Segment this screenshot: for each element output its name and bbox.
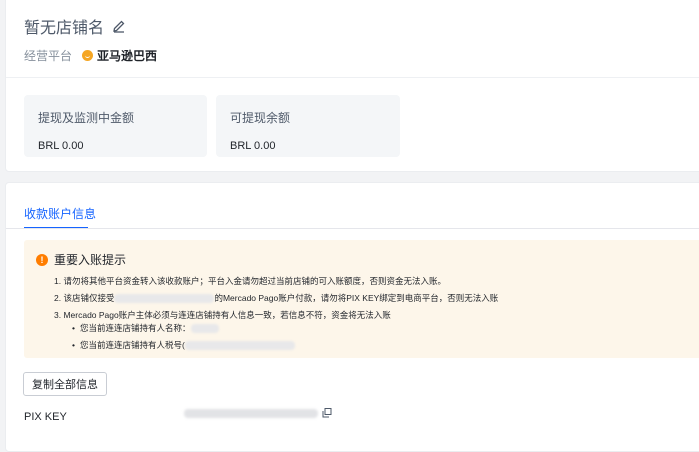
stat-label: 可提现余额 [230,111,291,125]
holder-tax-label: 您当前连连店铺持有人税号( [80,340,185,350]
pix-key-value-redacted [184,409,318,418]
notice-item: 3. Mercado Pago账户主体必须与连连店铺持有人信息一致，若信息不符，… [54,309,498,352]
stat-withdrawing: 提现及监测中金额 BRL 0.00 [24,95,207,157]
warning-icon: ! [36,253,48,266]
notice-subitem: 您当前连连店铺持有人税号( [72,339,498,356]
important-notice: ! 重要入账提示 1. 请勿将其他平台资金转入该收款账户；平台入金请勿超过当前店… [24,240,699,358]
notice-item-text: 3. Mercado Pago账户主体必须与连连店铺持有人信息一致，若信息不符，… [54,310,391,320]
amazon-icon [82,50,94,61]
pix-key-label: PIX KEY [24,411,67,423]
copy-all-button[interactable]: 复制全部信息 [23,372,107,396]
platform-name: 亚马逊巴西 [97,49,158,63]
notice-item-text: 的Mercado Pago账户付款，请勿将PIX KEY绑定到电商平台，否则无法… [214,293,499,303]
notice-sublist: 您当前连连店铺持有人名称： 您当前连连店铺持有人税号( [72,322,498,356]
redacted-text [114,294,215,304]
notice-list: 1. 请勿将其他平台资金转入该收款账户；平台入金请勿超过当前店铺的可入账额度，否… [54,275,498,352]
store-name: 暂无店铺名 [24,20,105,37]
redacted-text [184,341,295,351]
tabs-divider [6,228,699,229]
copy-icon[interactable] [322,408,332,418]
tab-account-info[interactable]: 收款账户信息 [24,205,96,222]
edit-icon[interactable] [112,19,126,33]
stat-value: BRL 0.00 [230,140,276,152]
notice-item-text: 2. 该店铺仅接受 [54,293,115,303]
platform-row: 经营平台 亚马逊巴西 [24,47,157,64]
store-summary-card: 暂无店铺名 经营平台 亚马逊巴西 提现及监测中金额 BRL 0.00 可提现余额… [5,0,699,172]
notice-subitem: 您当前连连店铺持有人名称： [72,322,498,339]
divider [6,77,699,78]
notice-title: 重要入账提示 [54,253,127,267]
notice-item: 2. 该店铺仅接受 的Mercado Pago账户付款，请勿将PIX KEY绑定到… [54,292,498,309]
notice-item: 1. 请勿将其他平台资金转入该收款账户；平台入金请勿超过当前店铺的可入账额度，否… [54,276,446,286]
stat-label: 提现及监测中金额 [38,111,135,125]
platform-label: 经营平台 [24,49,73,63]
holder-name-label: 您当前连连店铺持有人名称： [80,323,191,333]
account-info-card: 收款账户信息 ! 重要入账提示 1. 请勿将其他平台资金转入该收款账户；平台入金… [5,182,699,452]
stat-value: BRL 0.00 [38,140,84,152]
redacted-text [190,324,219,334]
stat-available: 可提现余额 BRL 0.00 [216,95,400,157]
store-name-row: 暂无店铺名 [24,14,126,38]
notice-title-row: ! 重要入账提示 [36,251,126,268]
